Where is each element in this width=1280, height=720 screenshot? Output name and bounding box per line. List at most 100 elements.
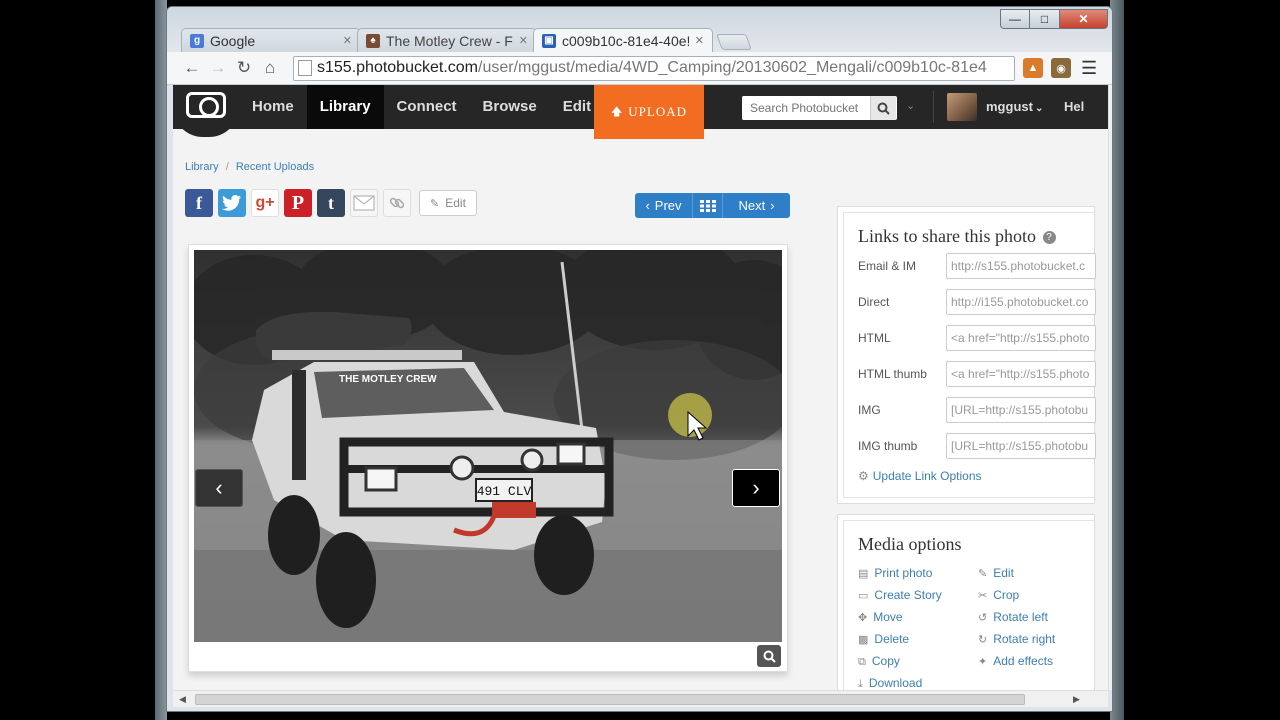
prev-button[interactable]: ‹ Prev: [635, 193, 693, 218]
nav-library[interactable]: Library: [306, 85, 384, 129]
chevron-left-icon: ‹: [645, 198, 650, 213]
link-icon[interactable]: [383, 189, 411, 217]
html-thumb-link-field[interactable]: [946, 361, 1096, 387]
new-tab-button[interactable]: [716, 34, 752, 50]
search-button[interactable]: [870, 96, 896, 120]
html-link-field[interactable]: [946, 325, 1096, 351]
links-panel: Links to share this photo ? Email & IM D…: [837, 206, 1096, 504]
delete-option[interactable]: ▩ Delete: [858, 632, 909, 646]
share-toolbar: f g+ P t ✎ Edit: [185, 189, 477, 217]
tab-title: Google: [210, 32, 256, 49]
window-controls: — □ ✕: [1000, 9, 1108, 29]
tab-close-icon[interactable]: ✕: [343, 34, 352, 47]
breadcrumb-separator: /: [225, 161, 229, 173]
photobucket-logo[interactable]: [173, 85, 239, 137]
tab-google[interactable]: g Google ✕: [181, 28, 361, 52]
breadcrumb-recent-uploads[interactable]: Recent Uploads: [236, 161, 314, 173]
tab-title: c009b10c-81e4-40e!: [562, 32, 689, 49]
nav-connect[interactable]: Connect: [384, 85, 470, 129]
extension-icon[interactable]: ◉: [1051, 58, 1071, 78]
link-row-html: HTML: [858, 325, 1096, 351]
rotate-left-icon: ↺: [978, 612, 988, 624]
link-row-label: HTML: [858, 331, 891, 345]
tab-close-icon[interactable]: ✕: [519, 34, 528, 47]
next-button[interactable]: Next ›: [723, 193, 790, 218]
search-input[interactable]: [742, 96, 870, 120]
tab-title: The Motley Crew - Fr: [386, 32, 513, 49]
link-row-label: Direct: [858, 295, 890, 309]
email-link-field[interactable]: [946, 253, 1096, 279]
address-bar[interactable]: s155.photobucket.com /user/mggust/media/…: [293, 55, 1015, 81]
back-arrow-icon[interactable]: ←: [179, 58, 205, 78]
home-icon[interactable]: ⌂: [257, 58, 283, 78]
reload-icon[interactable]: ↻: [231, 58, 257, 78]
media-options-panel: Media options ▤ Print photo ▭ Create Story…: [837, 514, 1095, 690]
avatar[interactable]: [947, 93, 977, 121]
download-option[interactable]: ⤓ Download: [858, 676, 922, 690]
search-icon: [877, 102, 890, 115]
horizontal-scrollbar[interactable]: ◀ ▶: [173, 690, 1108, 707]
tab-strip: g Google ✕ ♠ The Motley Crew - Fr ✕ ▣ c0…: [181, 28, 752, 52]
minimize-button[interactable]: —: [1000, 9, 1030, 29]
breadcrumb-library[interactable]: Library: [185, 161, 219, 173]
main-photo[interactable]: THE MOTLEY CREW 491 CLV ‹ ›: [194, 250, 782, 642]
google-favicon-icon: g: [190, 33, 204, 48]
download-icon: ⤓: [858, 678, 863, 690]
vertical-scroll-thumb[interactable]: [1112, 105, 1113, 395]
horizontal-scroll-thumb[interactable]: [195, 694, 1025, 705]
nav-browse[interactable]: Browse: [470, 85, 550, 129]
media-panel-title: Media options: [858, 534, 962, 554]
vehicle-photo-illustration: THE MOTLEY CREW 491 CLV: [194, 250, 782, 642]
crop-option[interactable]: ✂ Crop: [978, 588, 1019, 602]
facebook-icon[interactable]: f: [185, 189, 213, 217]
scroll-right-arrow-icon[interactable]: ▶: [1073, 694, 1080, 705]
page-viewport: Home Library Connect Browse Edit 🡅 UPLOA…: [173, 85, 1108, 690]
grid-view-button[interactable]: [693, 193, 723, 218]
tab-motley-crew[interactable]: ♠ The Motley Crew - Fr ✕: [357, 28, 537, 52]
img-thumb-link-field[interactable]: [946, 433, 1096, 459]
magic-wand-icon: ✦: [978, 656, 988, 668]
google-plus-icon[interactable]: g+: [251, 189, 279, 217]
create-story-option[interactable]: ▭ Create Story: [858, 588, 942, 602]
tab-close-icon[interactable]: ✕: [695, 34, 704, 47]
motley-crew-favicon-icon: ♠: [366, 33, 380, 48]
edit-option[interactable]: ✎ Edit: [978, 566, 1014, 580]
next-photo-arrow[interactable]: ›: [732, 469, 780, 507]
upload-button[interactable]: 🡅 UPLOAD: [594, 85, 704, 139]
help-icon[interactable]: ?: [1042, 231, 1056, 244]
chrome-menu-icon[interactable]: ☰: [1081, 58, 1097, 79]
extension-icon[interactable]: ▲: [1023, 58, 1043, 78]
rotate-right-option[interactable]: ↻ Rotate right: [978, 632, 1055, 646]
add-effects-option[interactable]: ✦ Add effects: [978, 654, 1053, 668]
upload-arrow-icon: 🡅: [610, 105, 624, 118]
twitter-icon[interactable]: [218, 189, 246, 217]
tab-photobucket[interactable]: ▣ c009b10c-81e4-40e! ✕: [533, 28, 713, 52]
link-row-img: IMG: [858, 397, 1096, 423]
help-link[interactable]: Hel: [1064, 99, 1084, 114]
pinterest-icon[interactable]: P: [284, 189, 312, 217]
rotate-left-option[interactable]: ↺ Rotate left: [978, 610, 1048, 624]
copy-option[interactable]: ⧉ Copy: [858, 654, 900, 669]
crop-icon: ✂: [978, 590, 988, 602]
camera-icon: [186, 92, 226, 118]
edit-icon: ✎: [430, 197, 440, 210]
img-link-field[interactable]: [946, 397, 1096, 423]
email-icon[interactable]: [350, 189, 378, 217]
close-window-button[interactable]: ✕: [1060, 9, 1108, 29]
edit-button[interactable]: ✎ Edit: [419, 190, 477, 216]
maximize-button[interactable]: □: [1030, 9, 1060, 29]
tumblr-icon[interactable]: t: [317, 189, 345, 217]
print-photo-option[interactable]: ▤ Print photo: [858, 566, 932, 580]
vertical-scrollbar[interactable]: ▲ ▼: [1108, 85, 1113, 690]
previous-photo-arrow[interactable]: ‹: [195, 469, 243, 507]
nav-home[interactable]: Home: [239, 85, 307, 129]
zoom-button[interactable]: [757, 645, 781, 667]
url-path: /user/mggust/media/4WD_Camping/20130602_…: [478, 59, 987, 76]
chevron-down-icon[interactable]: ⌄: [906, 99, 915, 112]
scroll-left-arrow-icon[interactable]: ◀: [179, 694, 186, 705]
forward-arrow-icon[interactable]: →: [205, 58, 231, 78]
move-option[interactable]: ✥ Move: [858, 610, 903, 624]
username-menu[interactable]: mggust ⌄: [986, 99, 1043, 114]
direct-link-field[interactable]: [946, 289, 1096, 315]
update-link-options[interactable]: ⚙ Update Link Options: [858, 469, 982, 483]
